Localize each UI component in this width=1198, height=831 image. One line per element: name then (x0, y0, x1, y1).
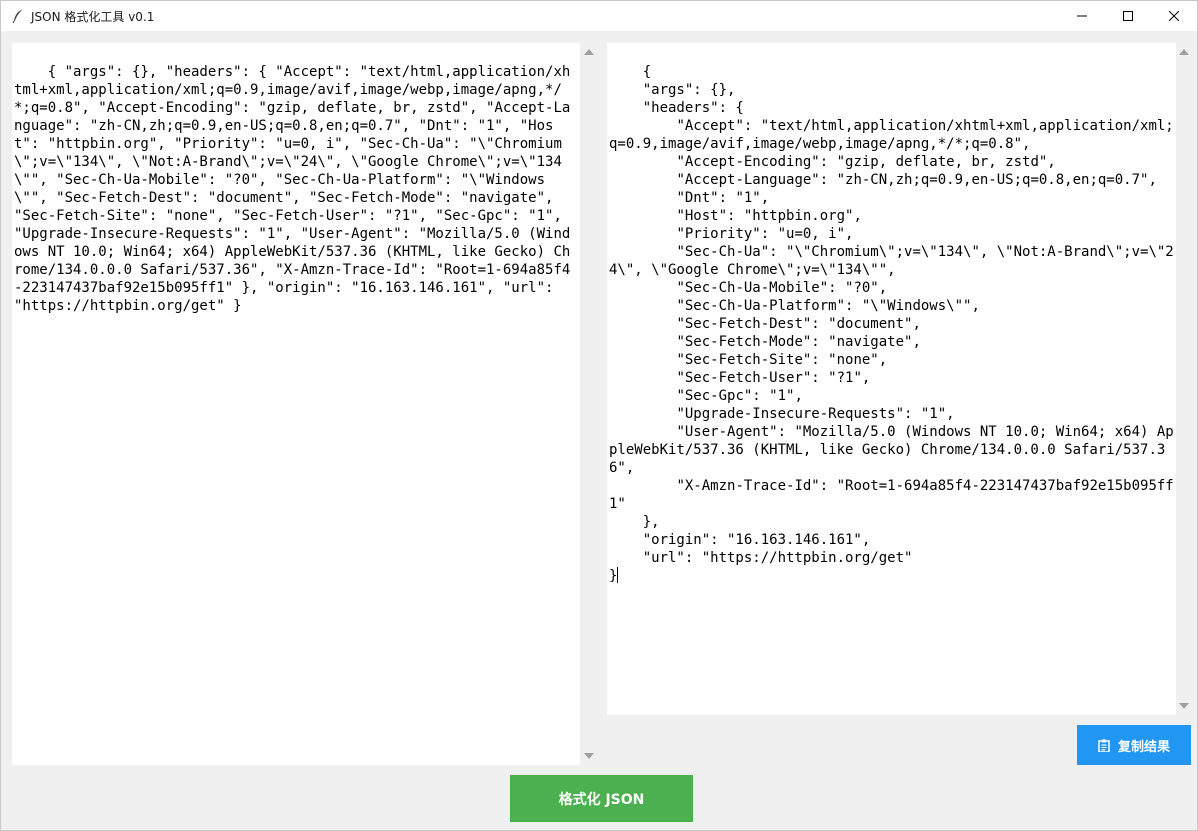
json-output-textarea[interactable]: { "args": {}, "headers": { "Accept": "te… (607, 43, 1176, 715)
title-bar[interactable]: JSON 格式化工具 v0.1 (1, 1, 1197, 31)
scroll-up-icon[interactable] (1179, 49, 1189, 55)
json-input-textarea[interactable]: { "args": {}, "headers": { "Accept": "te… (12, 43, 580, 765)
json-input-text: { "args": {}, "headers": { "Accept": "te… (14, 64, 571, 314)
format-json-label: 格式化 JSON (558, 791, 645, 808)
copy-result-button[interactable]: 复制结果 (1077, 725, 1191, 765)
clipboard-icon (1098, 739, 1110, 752)
maximize-icon (1123, 11, 1133, 21)
input-scrollbar[interactable] (581, 43, 597, 765)
close-icon (1169, 11, 1179, 21)
feather-icon (11, 9, 25, 23)
window-controls (1059, 1, 1197, 31)
scroll-up-icon[interactable] (584, 49, 594, 55)
text-caret (617, 567, 619, 583)
json-output-text: { "args": {}, "headers": { "Accept": "te… (609, 64, 1174, 584)
close-button[interactable] (1151, 1, 1197, 31)
minimize-icon (1077, 15, 1087, 17)
copy-result-label: 复制结果 (1117, 739, 1170, 755)
app-window: JSON 格式化工具 v0.1 { "args": {}, "headers":… (0, 0, 1198, 831)
scroll-down-icon[interactable] (1179, 703, 1189, 709)
output-scrollbar[interactable] (1176, 43, 1192, 715)
scroll-down-icon[interactable] (584, 753, 594, 759)
format-json-button[interactable]: 格式化 JSON (510, 775, 693, 822)
maximize-button[interactable] (1105, 1, 1151, 31)
minimize-button[interactable] (1059, 1, 1105, 31)
window-title: JSON 格式化工具 v0.1 (31, 9, 155, 24)
